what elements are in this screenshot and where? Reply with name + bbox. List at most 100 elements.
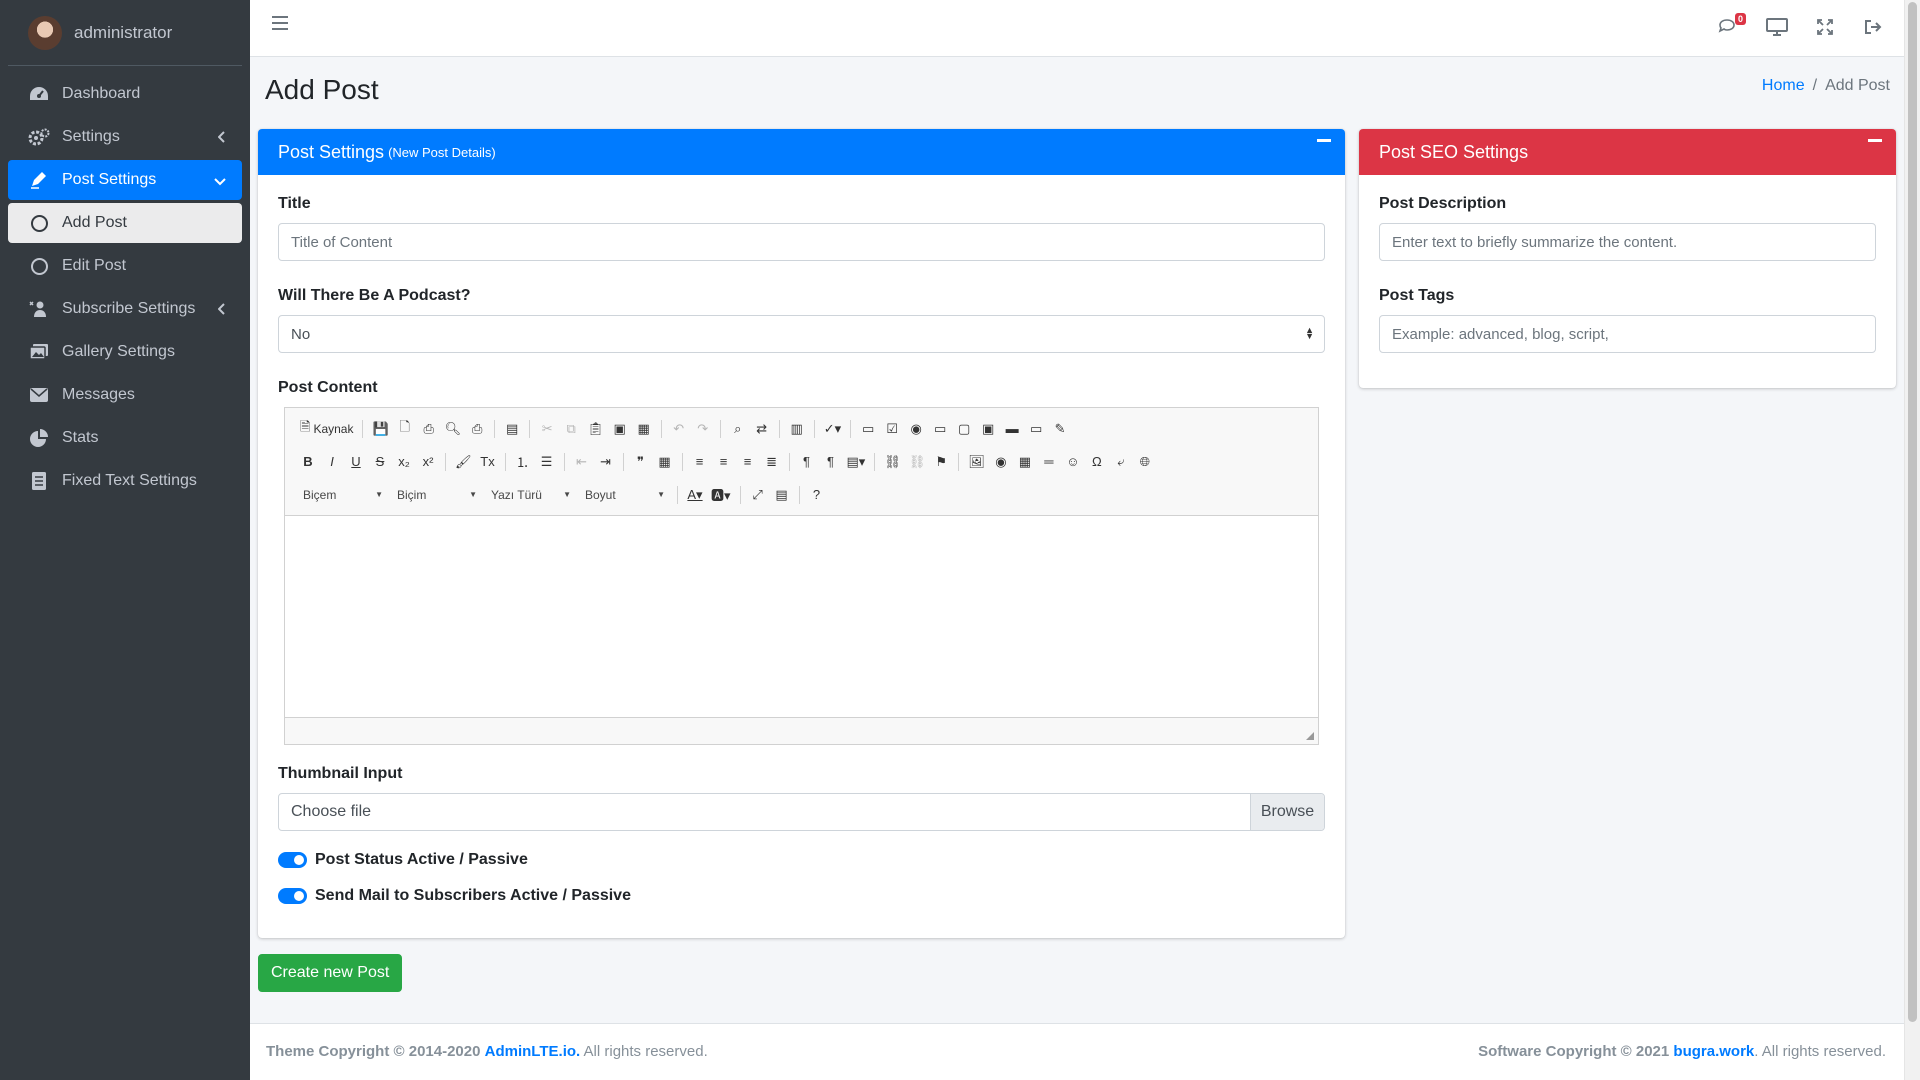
- div-container-icon[interactable]: ▦: [654, 451, 676, 473]
- source-button[interactable]: 🗎 Kaynak: [297, 418, 356, 440]
- breadcrumb-home-link[interactable]: Home: [1762, 77, 1805, 94]
- styles-combo[interactable]: Biçem ▼: [297, 484, 389, 506]
- fullscreen-icon[interactable]: [1812, 14, 1838, 40]
- scrollbar-thumb[interactable]: [1908, 2, 1917, 1022]
- sidebar-item-edit-post[interactable]: Edit Post: [8, 246, 242, 286]
- size-combo[interactable]: Boyut ▼: [579, 484, 671, 506]
- collapse-minus-icon[interactable]: [1868, 139, 1882, 142]
- copy-format-icon[interactable]: 🖌︎: [452, 451, 475, 473]
- cut-icon[interactable]: ✂: [536, 418, 558, 440]
- desktop-icon[interactable]: [1764, 14, 1790, 40]
- align-justify-icon[interactable]: ≣: [761, 451, 783, 473]
- hamburger-menu-icon[interactable]: [272, 16, 288, 35]
- image-icon[interactable]: 🖼︎: [965, 451, 988, 473]
- flash-icon[interactable]: ◉: [990, 451, 1012, 473]
- form-icon[interactable]: ▭: [857, 418, 879, 440]
- italic-icon[interactable]: I: [321, 451, 343, 473]
- superscript-icon[interactable]: x²: [417, 451, 439, 473]
- redo-icon[interactable]: ↷: [692, 418, 714, 440]
- sidebar-item-add-post[interactable]: Add Post: [8, 203, 242, 243]
- textarea-icon[interactable]: ▢: [953, 418, 975, 440]
- replace-icon[interactable]: ⇄: [751, 418, 773, 440]
- templates-icon[interactable]: ▤: [501, 418, 523, 440]
- bulleted-list-icon[interactable]: ☰: [536, 451, 558, 473]
- link-icon[interactable]: ⛓: [881, 451, 904, 473]
- save-icon[interactable]: 💾: [369, 418, 391, 440]
- blockquote-icon[interactable]: ❞: [630, 451, 652, 473]
- bg-color-icon[interactable]: 🅰︎▾: [708, 484, 734, 506]
- podcast-select[interactable]: No ▲ ▼: [278, 315, 1325, 353]
- send-mail-toggle[interactable]: [278, 888, 307, 904]
- maximize-icon[interactable]: ⤢: [747, 484, 769, 506]
- undo-icon[interactable]: ↶: [668, 418, 690, 440]
- show-blocks-icon[interactable]: ▤: [771, 484, 793, 506]
- align-right-icon[interactable]: ≡: [737, 451, 759, 473]
- numbered-list-icon[interactable]: ⒈: [512, 451, 534, 473]
- checkbox-icon[interactable]: ☑: [881, 418, 903, 440]
- format-combo[interactable]: Biçim ▼: [391, 484, 483, 506]
- find-icon[interactable]: ⌕: [727, 418, 749, 440]
- sidebar-item-post-settings[interactable]: Post Settings: [8, 160, 242, 200]
- remove-format-icon[interactable]: Tx: [477, 451, 499, 473]
- sidebar-item-dashboard[interactable]: Dashboard: [8, 74, 242, 114]
- align-left-icon[interactable]: ≡: [689, 451, 711, 473]
- anchor-flag-icon[interactable]: ⚑: [930, 451, 952, 473]
- strikethrough-icon[interactable]: S: [369, 451, 391, 473]
- preview-icon[interactable]: 🔍︎: [442, 418, 465, 440]
- language-icon[interactable]: ▤▾: [844, 451, 869, 473]
- button-icon[interactable]: ▬: [1001, 418, 1023, 440]
- bold-icon[interactable]: B: [297, 451, 319, 473]
- user-panel[interactable]: administrator: [8, 0, 242, 66]
- new-page-icon[interactable]: 🗋: [394, 418, 416, 440]
- paste-text-icon[interactable]: ▣: [609, 418, 631, 440]
- post-description-input[interactable]: Enter text to briefly summarize the cont…: [1379, 223, 1876, 261]
- font-combo[interactable]: Yazı Türü ▼: [485, 484, 577, 506]
- special-char-icon[interactable]: Ω: [1086, 451, 1108, 473]
- page-break-icon[interactable]: ⤶: [1110, 451, 1132, 473]
- subscript-icon[interactable]: x₂: [393, 451, 415, 473]
- sidebar-item-stats[interactable]: Stats: [8, 418, 242, 458]
- pdf-icon[interactable]: ⎙: [418, 418, 440, 440]
- select-field-icon[interactable]: ▣: [977, 418, 999, 440]
- align-center-icon[interactable]: ≡: [713, 451, 735, 473]
- collapse-minus-icon[interactable]: [1317, 139, 1331, 142]
- copy-icon[interactable]: ⧉: [560, 418, 582, 440]
- bugra-link[interactable]: bugra.work: [1673, 1043, 1754, 1060]
- smiley-icon[interactable]: ☺: [1062, 451, 1084, 473]
- spellcheck-icon[interactable]: ✓▾: [821, 418, 844, 440]
- adminlte-link[interactable]: AdminLTE.io.: [485, 1043, 581, 1060]
- messages-icon[interactable]: 0: [1716, 13, 1746, 40]
- sidebar-item-fixed-text-settings[interactable]: Fixed Text Settings: [8, 461, 242, 501]
- underline-icon[interactable]: U: [345, 451, 367, 473]
- table-icon[interactable]: ▦: [1014, 451, 1036, 473]
- sidebar-item-messages[interactable]: Messages: [8, 375, 242, 415]
- create-post-button[interactable]: Create new Post: [258, 954, 403, 992]
- select-all-icon[interactable]: ▥: [786, 418, 808, 440]
- post-tags-input[interactable]: Example: advanced, blog, script,: [1379, 315, 1876, 353]
- rtl-icon[interactable]: ¶: [820, 451, 842, 473]
- text-color-icon[interactable]: A▾: [684, 484, 706, 506]
- hidden-field-icon[interactable]: ✎: [1049, 418, 1071, 440]
- print-icon[interactable]: ⎙: [466, 418, 488, 440]
- paste-icon[interactable]: 📋︎: [584, 418, 607, 440]
- radio-icon[interactable]: ◉: [905, 418, 927, 440]
- textfield-icon[interactable]: ▭: [929, 418, 951, 440]
- image-button-icon[interactable]: ▭: [1025, 418, 1047, 440]
- thumbnail-file-input[interactable]: Choose file Browse: [278, 793, 1325, 831]
- user-name[interactable]: administrator: [74, 23, 172, 43]
- resize-handle-icon[interactable]: [1306, 732, 1314, 740]
- sign-out-icon[interactable]: [1860, 14, 1886, 40]
- horizontal-line-icon[interactable]: ═: [1038, 451, 1060, 473]
- unlink-icon[interactable]: ⛓: [906, 451, 929, 473]
- post-status-toggle[interactable]: [278, 852, 307, 868]
- sidebar-item-subscribe-settings[interactable]: Subscribe Settings: [8, 289, 242, 329]
- sidebar-item-settings[interactable]: Settings: [8, 117, 242, 157]
- help-icon[interactable]: ?: [806, 484, 828, 506]
- editor-content-area[interactable]: [285, 515, 1318, 718]
- page-scrollbar[interactable]: [1904, 0, 1920, 1080]
- iframe-icon[interactable]: 🌐︎: [1134, 451, 1156, 473]
- title-input[interactable]: Title of Content: [278, 223, 1325, 261]
- outdent-icon[interactable]: ⇤: [571, 451, 593, 473]
- ltr-icon[interactable]: ¶: [796, 451, 818, 473]
- browse-button[interactable]: Browse: [1250, 794, 1324, 830]
